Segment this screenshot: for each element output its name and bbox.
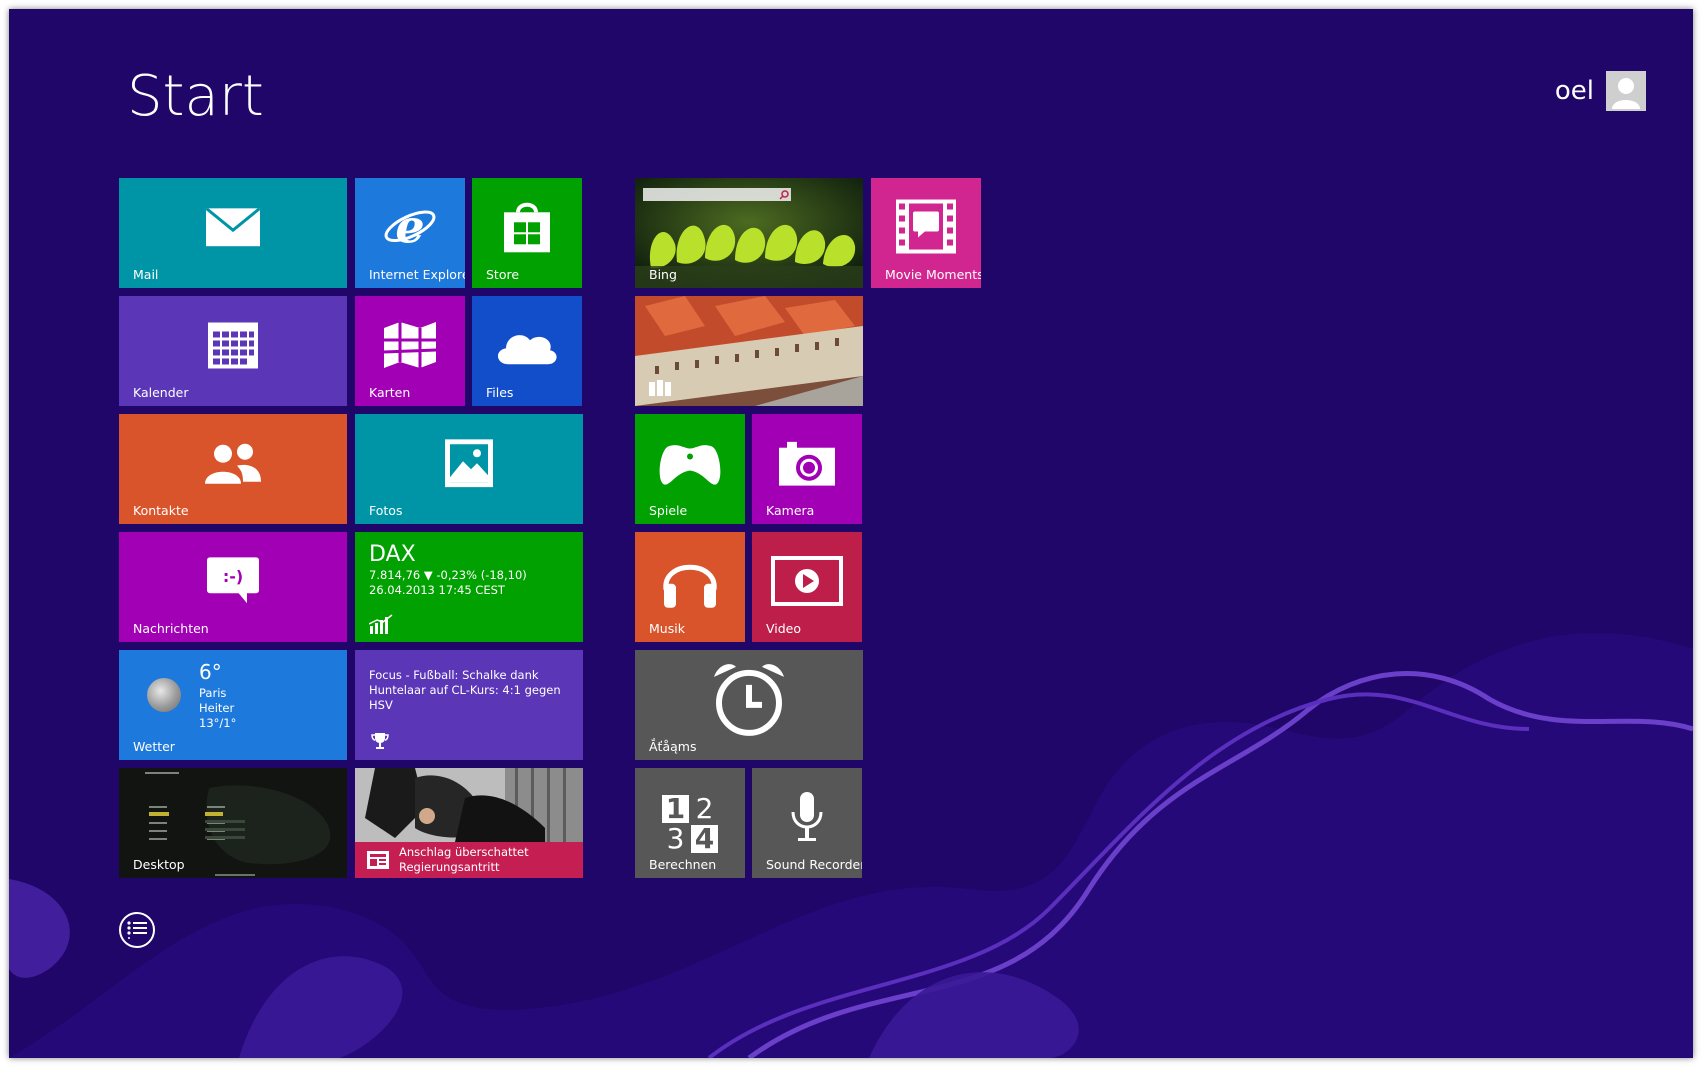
start-screen: Start oel Mail e Internet Explorer Store… bbox=[9, 9, 1693, 1058]
film-strip-icon bbox=[896, 199, 956, 254]
tile-news[interactable]: Anschlag überschattet Regierungsantritt bbox=[355, 768, 583, 878]
tile-nachrichten[interactable]: :-) Nachrichten bbox=[119, 532, 347, 642]
internet-explorer-icon: e bbox=[384, 199, 436, 253]
camera-icon bbox=[779, 441, 835, 486]
tile-sport[interactable]: Focus - Fußball: Schalke dank Huntelaar … bbox=[355, 650, 583, 760]
user-name: oel bbox=[1554, 76, 1594, 106]
tile-video[interactable]: Video bbox=[752, 532, 862, 642]
calendar-icon bbox=[208, 322, 258, 369]
calc-digit-1: 1 bbox=[662, 795, 689, 823]
calc-digit-3: 3 bbox=[666, 822, 685, 855]
tile-fotos[interactable]: Fotos bbox=[355, 414, 583, 524]
trophy-icon bbox=[371, 733, 389, 749]
calculator-icon: 1 2 3 4 bbox=[662, 795, 718, 853]
alarm-clock-icon bbox=[714, 664, 784, 736]
tile-kontakte[interactable]: Kontakte bbox=[119, 414, 347, 524]
search-icon bbox=[779, 190, 789, 200]
dax-value: 7.814,76 ▼ -0,23% (-18,10) bbox=[369, 568, 527, 582]
user-account[interactable]: oel bbox=[1555, 71, 1646, 111]
tile-wetter[interactable]: 6° Paris Heiter 13°/1° Wetter bbox=[119, 650, 347, 760]
tile-alarms[interactable]: Ắťåąms bbox=[635, 650, 863, 760]
microphone-icon bbox=[791, 792, 823, 841]
tile-label: Sound Recorder bbox=[766, 857, 862, 872]
tile-label: Video bbox=[766, 621, 802, 636]
game-controller-icon bbox=[659, 445, 721, 485]
tile-label: Kalender bbox=[133, 385, 189, 400]
tile-photo-live[interactable] bbox=[635, 296, 863, 406]
tile-label: Files bbox=[486, 385, 514, 400]
tile-kalender[interactable]: Kalender bbox=[119, 296, 347, 406]
tile-musik[interactable]: Musik bbox=[635, 532, 745, 642]
newspaper-icon bbox=[367, 851, 389, 869]
tile-label: Kamera bbox=[766, 503, 815, 518]
tile-label: Kontakte bbox=[133, 503, 189, 518]
moon-icon bbox=[147, 678, 181, 712]
cloud-icon bbox=[497, 335, 557, 365]
tile-label: Bing bbox=[649, 267, 677, 282]
tile-label: Movie Moments bbox=[885, 267, 981, 282]
svg-text::-): :-) bbox=[223, 567, 243, 586]
user-avatar-icon bbox=[1606, 71, 1646, 111]
tile-movie-moments[interactable]: Movie Moments bbox=[871, 178, 981, 288]
news-headline-bar: Anschlag überschattet Regierungsantritt bbox=[355, 842, 583, 878]
tile-store[interactable]: Store bbox=[472, 178, 582, 288]
tile-label: Nachrichten bbox=[133, 621, 209, 636]
tile-mail[interactable]: Mail bbox=[119, 178, 347, 288]
svg-text:e: e bbox=[395, 199, 424, 253]
photo-icon bbox=[445, 439, 493, 488]
news-photo-image bbox=[355, 768, 583, 842]
tile-sound-recorder[interactable]: Sound Recorder bbox=[752, 768, 862, 878]
tile-label: Ắťåąms bbox=[649, 739, 697, 754]
weather-city: Paris bbox=[199, 686, 227, 700]
tile-label: Mail bbox=[133, 267, 159, 282]
photo-stack-icon bbox=[649, 380, 671, 396]
tile-kamera[interactable]: Kamera bbox=[752, 414, 862, 524]
tile-label: Fotos bbox=[369, 503, 403, 518]
all-apps-icon bbox=[127, 921, 147, 939]
tile-spiele[interactable]: Spiele bbox=[635, 414, 745, 524]
tile-label: Desktop bbox=[133, 857, 185, 872]
dax-name: DAX bbox=[369, 542, 416, 567]
store-bag-icon bbox=[504, 202, 550, 253]
dax-date: 26.04.2013 17:45 CEST bbox=[369, 583, 505, 597]
tile-dax[interactable]: DAX 7.814,76 ▼ -0,23% (-18,10) 26.04.201… bbox=[355, 532, 583, 642]
sport-headline: Focus - Fußball: Schalke dank Huntelaar … bbox=[369, 668, 561, 712]
page-title: Start bbox=[127, 64, 264, 129]
tile-karten[interactable]: Karten bbox=[355, 296, 465, 406]
tile-label: Musik bbox=[649, 621, 685, 636]
mail-icon bbox=[206, 208, 260, 247]
tile-files[interactable]: Files bbox=[472, 296, 582, 406]
video-play-icon bbox=[771, 556, 843, 606]
finance-chart-icon bbox=[369, 614, 393, 634]
tile-label: Wetter bbox=[133, 739, 175, 754]
weather-temperature: 6° bbox=[199, 660, 222, 684]
map-icon bbox=[383, 322, 437, 368]
people-icon bbox=[205, 443, 261, 484]
tile-internet-explorer[interactable]: e Internet Explorer bbox=[355, 178, 465, 288]
tile-desktop[interactable]: Desktop bbox=[119, 768, 347, 878]
calc-digit-2: 2 bbox=[695, 792, 714, 825]
all-apps-button[interactable] bbox=[119, 912, 155, 948]
tile-label: Internet Explorer bbox=[369, 267, 465, 282]
tile-label: Karten bbox=[369, 385, 411, 400]
chat-bubble-icon: :-) bbox=[207, 557, 259, 604]
tile-label: Spiele bbox=[649, 503, 688, 518]
tile-label: Store bbox=[486, 267, 520, 282]
calc-digit-4: 4 bbox=[691, 825, 718, 853]
tile-label: Berechnen bbox=[649, 857, 717, 872]
tile-berechnen[interactable]: 1 2 3 4 Berechnen bbox=[635, 768, 745, 878]
weather-condition: Heiter bbox=[199, 701, 235, 715]
news-headline: Anschlag überschattet Regierungsantritt bbox=[399, 845, 529, 874]
weather-range: 13°/1° bbox=[199, 716, 237, 730]
headphones-icon bbox=[663, 564, 717, 608]
tile-bing[interactable]: Bing bbox=[635, 178, 863, 288]
